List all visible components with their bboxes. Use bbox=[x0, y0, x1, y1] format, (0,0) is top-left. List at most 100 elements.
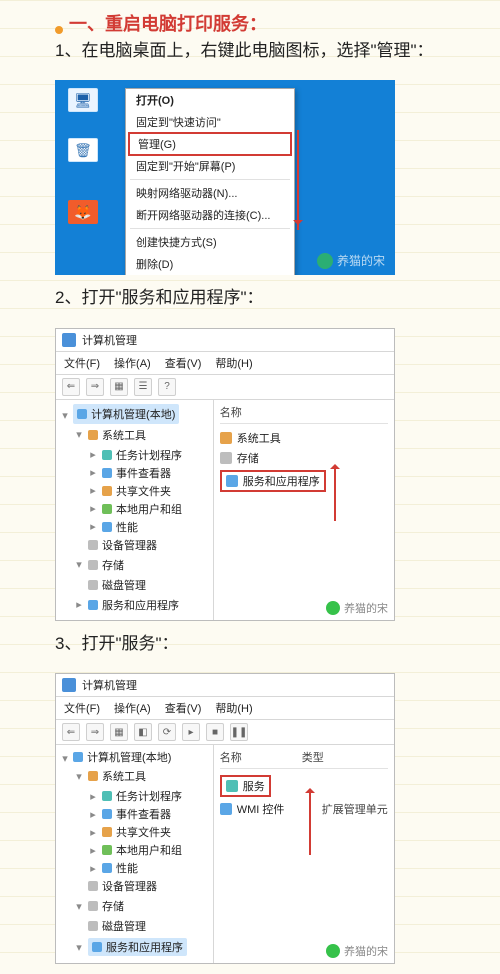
tree-diskmgr[interactable]: 磁盘管理 bbox=[88, 917, 209, 935]
annotation-arrow-icon bbox=[309, 790, 311, 855]
ctx-delete[interactable]: 删除(D) bbox=[126, 253, 294, 275]
menu-help[interactable]: 帮助(H) bbox=[215, 700, 252, 716]
menu-view[interactable]: 查看(V) bbox=[165, 700, 202, 716]
app-icon bbox=[62, 678, 76, 692]
entry-storage[interactable]: 存储 bbox=[220, 448, 388, 468]
users-icon bbox=[102, 845, 112, 855]
desktop-app-icon[interactable]: 🦊 bbox=[67, 200, 99, 227]
tree-users[interactable]: ▸本地用户和组 bbox=[88, 500, 209, 518]
gear-icon bbox=[226, 780, 238, 792]
bullet-icon bbox=[55, 26, 63, 34]
ctx-map-drive[interactable]: 映射网络驱动器(N)... bbox=[126, 182, 294, 204]
watermark: 养猫的宋 bbox=[317, 252, 385, 269]
toolbar-back-icon[interactable]: ⇐ bbox=[62, 723, 80, 741]
tree-shared[interactable]: ▸共享文件夹 bbox=[88, 823, 209, 841]
entry-svcapp[interactable]: 服务和应用程序 bbox=[220, 468, 388, 494]
right-pane: 名称 类型 服务 WMI 控件 扩展管理单元 养猫的宋 bbox=[214, 745, 394, 963]
menu-file[interactable]: 文件(F) bbox=[64, 700, 100, 716]
toolbar-filter-icon[interactable]: ◧ bbox=[134, 723, 152, 741]
toolbar-props-icon[interactable]: ☰ bbox=[134, 378, 152, 396]
tree-scheduler[interactable]: ▸任务计划程序 bbox=[88, 446, 209, 464]
tree-systools[interactable]: ▾系统工具 bbox=[74, 426, 209, 444]
screenshot-2: 计算机管理 文件(F) 操作(A) 查看(V) 帮助(H) ⇐ ⇒ ▦ ☰ ? … bbox=[55, 328, 395, 621]
menu-view[interactable]: 查看(V) bbox=[165, 355, 202, 371]
tree-systools[interactable]: ▾系统工具 bbox=[74, 767, 209, 785]
services-icon bbox=[226, 475, 238, 487]
trash-icon: 🗑 bbox=[68, 138, 98, 162]
tree-svcapp[interactable]: ▸服务和应用程序 bbox=[74, 596, 209, 614]
clock-icon bbox=[102, 450, 112, 460]
tree-devmgr[interactable]: 设备管理器 bbox=[88, 877, 209, 895]
tree-scheduler[interactable]: ▸任务计划程序 bbox=[88, 787, 209, 805]
computer-icon bbox=[73, 752, 83, 762]
tree-eventvwr[interactable]: ▸事件查看器 bbox=[88, 464, 209, 482]
tree-eventvwr[interactable]: ▸事件查看器 bbox=[88, 805, 209, 823]
ctx-shortcut[interactable]: 创建快捷方式(S) bbox=[126, 231, 294, 253]
step-2-text: 2、打开"服务和应用程序"： bbox=[55, 285, 480, 311]
watermark-text: 养猫的宋 bbox=[337, 252, 385, 269]
toolbar-stop-icon[interactable]: ■ bbox=[206, 723, 224, 741]
toolbar-folder-icon[interactable]: ▦ bbox=[110, 378, 128, 396]
toolbar-help-icon[interactable]: ? bbox=[158, 378, 176, 396]
toolbar-folder-icon[interactable]: ▦ bbox=[110, 723, 128, 741]
menu-action[interactable]: 操作(A) bbox=[114, 700, 151, 716]
tree-pane: ▾ 计算机管理(本地) ▾系统工具 ▸任务计划程序 ▸事件查看器 ▸共享文件夹 … bbox=[56, 400, 214, 620]
annotation-arrow-icon bbox=[334, 466, 336, 521]
ctx-pin-start[interactable]: 固定到"开始"屏幕(P) bbox=[126, 155, 294, 177]
storage-icon bbox=[220, 452, 232, 464]
menu-file[interactable]: 文件(F) bbox=[64, 355, 100, 371]
col-type[interactable]: 类型 bbox=[302, 749, 324, 765]
tree-svcapp-selected[interactable]: ▾ 服务和应用程序 bbox=[74, 937, 209, 957]
tools-icon bbox=[220, 432, 232, 444]
services-icon bbox=[92, 942, 102, 952]
recycle-bin-icon[interactable]: 🗑 bbox=[67, 138, 99, 165]
menu-action[interactable]: 操作(A) bbox=[114, 355, 151, 371]
toolbar: ⇐ ⇒ ▦ ◧ ⟳ ▸ ■ ❚❚ bbox=[56, 720, 394, 745]
wechat-icon bbox=[326, 944, 340, 958]
col-name[interactable]: 名称 bbox=[220, 404, 242, 420]
toolbar-run-icon[interactable]: ▸ bbox=[182, 723, 200, 741]
tree-perf[interactable]: ▸性能 bbox=[88, 859, 209, 877]
tree-root[interactable]: 计算机管理(本地) bbox=[73, 749, 171, 765]
col-name[interactable]: 名称 bbox=[220, 749, 242, 765]
tree-perf[interactable]: ▸性能 bbox=[88, 518, 209, 536]
perf-icon bbox=[102, 863, 112, 873]
tree-devmgr[interactable]: 设备管理器 bbox=[88, 536, 209, 554]
computer-icon bbox=[77, 409, 87, 419]
menu-help[interactable]: 帮助(H) bbox=[215, 355, 252, 371]
watermark-text: 养猫的宋 bbox=[344, 943, 388, 959]
window-titlebar: 计算机管理 bbox=[56, 329, 394, 352]
window-title: 计算机管理 bbox=[82, 677, 137, 693]
tree-shared[interactable]: ▸共享文件夹 bbox=[88, 482, 209, 500]
tree-diskmgr[interactable]: 磁盘管理 bbox=[88, 576, 209, 594]
device-icon bbox=[88, 540, 98, 550]
tools-icon bbox=[88, 430, 98, 440]
entry-systools[interactable]: 系统工具 bbox=[220, 428, 388, 448]
screenshot-1: 🖥 🗑 🦊 打开(O) 固定到"快速访问" 管理(G) 固定到"开始"屏幕(P)… bbox=[55, 80, 395, 275]
wechat-icon bbox=[326, 601, 340, 615]
tree-storage[interactable]: ▾存储 bbox=[74, 897, 209, 915]
menubar: 文件(F) 操作(A) 查看(V) 帮助(H) bbox=[56, 352, 394, 375]
toolbar-forward-icon[interactable]: ⇒ bbox=[86, 378, 104, 396]
toolbar-refresh-icon[interactable]: ⟳ bbox=[158, 723, 176, 741]
tree-storage[interactable]: ▾存储 bbox=[74, 556, 209, 574]
screenshot-3: 计算机管理 文件(F) 操作(A) 查看(V) 帮助(H) ⇐ ⇒ ▦ ◧ ⟳ … bbox=[55, 673, 395, 964]
desktop-pc-icon[interactable]: 🖥 bbox=[67, 88, 99, 115]
toolbar-back-icon[interactable]: ⇐ bbox=[62, 378, 80, 396]
ctx-disconnect[interactable]: 断开网络驱动器的连接(C)... bbox=[126, 204, 294, 226]
monitor-icon: 🖥 bbox=[68, 88, 98, 112]
ctx-pin-quick[interactable]: 固定到"快速访问" bbox=[126, 111, 294, 133]
entry-wmi[interactable]: WMI 控件 扩展管理单元 bbox=[220, 799, 388, 819]
tree-root[interactable]: 计算机管理(本地) bbox=[73, 404, 179, 424]
tree-users[interactable]: ▸本地用户和组 bbox=[88, 841, 209, 859]
watermark-text: 养猫的宋 bbox=[344, 600, 388, 616]
menubar: 文件(F) 操作(A) 查看(V) 帮助(H) bbox=[56, 697, 394, 720]
toolbar-pause-icon[interactable]: ❚❚ bbox=[230, 723, 248, 741]
toolbar-forward-icon[interactable]: ⇒ bbox=[86, 723, 104, 741]
storage-icon bbox=[88, 901, 98, 911]
ctx-open[interactable]: 打开(O) bbox=[126, 89, 294, 111]
ctx-manage[interactable]: 管理(G) bbox=[128, 132, 292, 156]
ctx-separator bbox=[130, 179, 290, 180]
ctx-separator bbox=[130, 228, 290, 229]
app-icon bbox=[62, 333, 76, 347]
